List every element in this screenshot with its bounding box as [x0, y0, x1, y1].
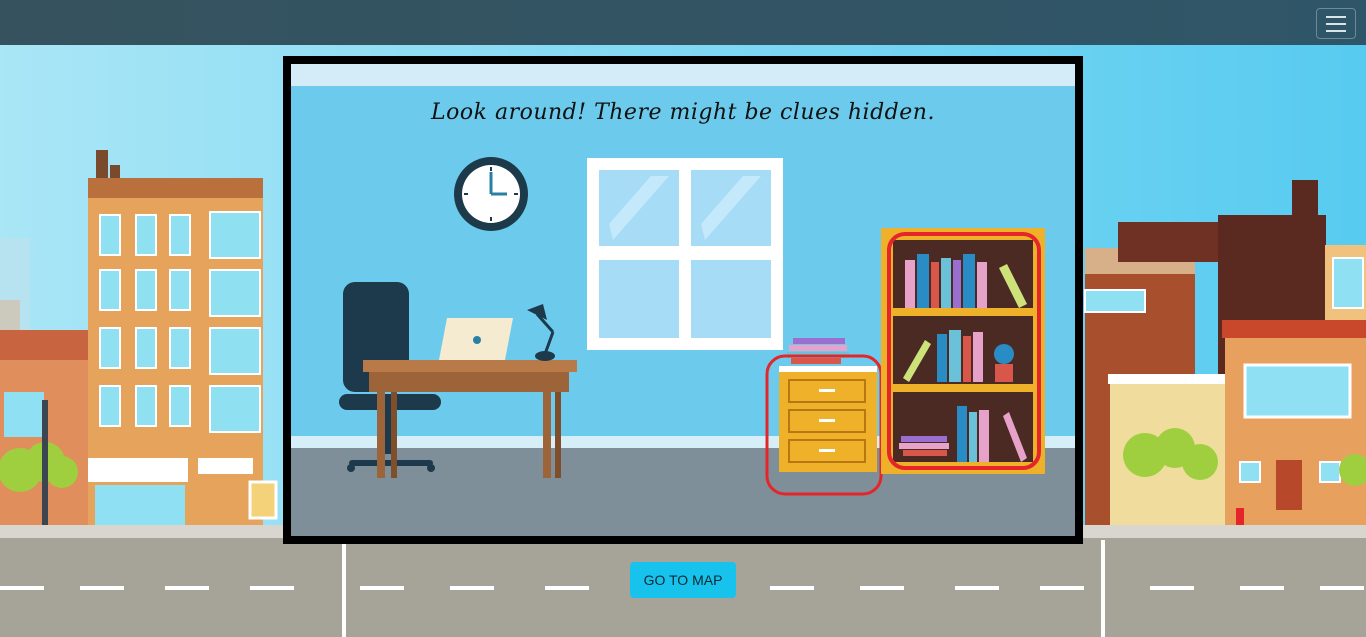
- office-room-scene: Look around! There might be clues hidden…: [291, 64, 1075, 536]
- drawer-cabinet[interactable]: [779, 366, 877, 472]
- bookshelf[interactable]: [881, 228, 1045, 474]
- window: [587, 158, 783, 350]
- wall-clock-icon[interactable]: [454, 157, 528, 231]
- top-navbar: [0, 0, 1366, 45]
- book-stack: [787, 338, 849, 364]
- hamburger-menu-button[interactable]: [1316, 8, 1356, 39]
- hint-text: Look around! There might be clues hidden…: [431, 100, 935, 125]
- hamburger-menu-icon: [1326, 15, 1346, 18]
- go-to-map-button[interactable]: GO TO MAP: [630, 562, 736, 598]
- laptop[interactable]: [439, 318, 513, 360]
- game-frame: Look around! There might be clues hidden…: [283, 56, 1083, 544]
- room-illustration: [291, 64, 1075, 536]
